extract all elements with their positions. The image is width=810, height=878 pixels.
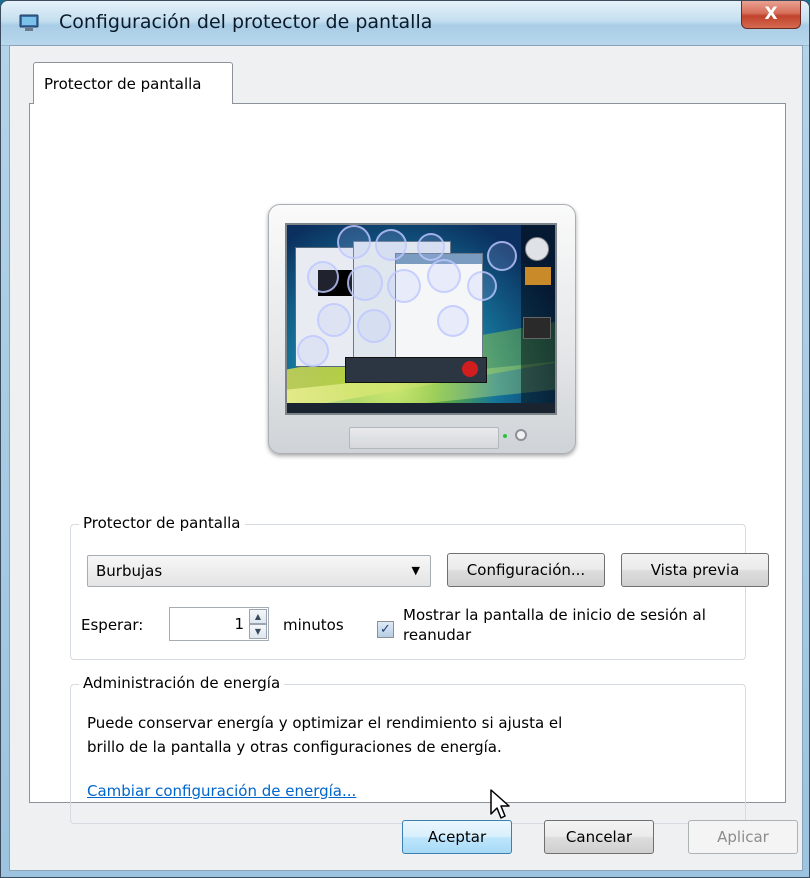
mouse-cursor-icon bbox=[489, 788, 515, 822]
resume-label-line1: Mostrar la pantalla de inicio de sesión … bbox=[403, 606, 706, 624]
bubble bbox=[347, 265, 383, 301]
group-legend: Administración de energía bbox=[79, 674, 285, 692]
chevron-down-icon: ▼ bbox=[411, 564, 420, 577]
preview-dock bbox=[345, 357, 487, 383]
title-bar[interactable]: Configuración del protector de pantalla … bbox=[1, 1, 809, 46]
preview-screen bbox=[285, 223, 557, 415]
close-icon: X bbox=[764, 4, 778, 24]
wait-label: Esperar: bbox=[81, 616, 144, 634]
bubble bbox=[437, 305, 469, 337]
screensaver-select[interactable]: Burbujas ▼ bbox=[87, 555, 431, 587]
bubble bbox=[467, 271, 497, 301]
checkmark-icon: ✓ bbox=[380, 622, 391, 637]
photo-gadget-icon bbox=[525, 267, 551, 285]
power-description: Puede conservar energía y optimizar el r… bbox=[87, 711, 562, 759]
ok-button[interactable]: Aceptar bbox=[402, 820, 512, 854]
clock-gadget-icon bbox=[525, 237, 549, 261]
power-description-line1: Puede conservar energía y optimizar el r… bbox=[87, 714, 563, 732]
bubble bbox=[387, 269, 421, 303]
power-description-line2: brillo de la pantalla y otras configurac… bbox=[87, 738, 502, 756]
preview-taskbar bbox=[287, 403, 555, 413]
power-led-icon bbox=[503, 434, 507, 438]
cancel-button-label: Cancelar bbox=[565, 828, 633, 846]
wait-minutes-spinner[interactable]: 1 ▲ ▼ bbox=[169, 607, 269, 641]
tab-panel: Protector de pantalla Burbujas ▼ Configu… bbox=[29, 103, 786, 824]
bubble bbox=[317, 303, 351, 337]
bubble bbox=[337, 225, 371, 259]
window-title: Configuración del protector de pantalla bbox=[59, 11, 433, 33]
monitor-preview bbox=[268, 204, 576, 454]
screensaver-select-value: Burbujas bbox=[96, 562, 163, 580]
power-button-icon bbox=[515, 429, 527, 441]
bubble bbox=[307, 261, 339, 293]
dialog-client-area: Protector de pantalla Protector de panta… bbox=[9, 45, 803, 871]
group-legend: Protector de pantalla bbox=[79, 514, 245, 532]
gadget-icon bbox=[523, 317, 551, 339]
change-power-settings-link[interactable]: Cambiar configuración de energía... bbox=[87, 782, 356, 800]
resume-login-checkbox[interactable]: ✓ bbox=[377, 621, 394, 638]
bubble bbox=[297, 335, 329, 367]
ok-button-label: Aceptar bbox=[427, 828, 487, 846]
apply-button[interactable]: Aplicar bbox=[688, 820, 798, 854]
display-settings-icon bbox=[19, 14, 39, 32]
preview-button[interactable]: Vista previa bbox=[621, 553, 769, 587]
dialog-window: Configuración del protector de pantalla … bbox=[0, 0, 810, 878]
spin-up-icon[interactable]: ▲ bbox=[249, 609, 267, 624]
wait-minutes-value: 1 bbox=[234, 615, 244, 633]
apply-button-label: Aplicar bbox=[717, 828, 769, 846]
minutes-label: minutos bbox=[283, 616, 344, 634]
settings-button[interactable]: Configuración... bbox=[447, 553, 605, 587]
bubble bbox=[427, 259, 461, 293]
tab-screensaver[interactable]: Protector de pantalla bbox=[33, 62, 233, 104]
preview-button-label: Vista previa bbox=[650, 561, 740, 579]
preview-dock-icon bbox=[462, 361, 478, 377]
resume-label-line2: reanudar bbox=[403, 626, 472, 644]
screensaver-group: Protector de pantalla Burbujas ▼ Configu… bbox=[70, 514, 769, 660]
spin-down-icon[interactable]: ▼ bbox=[249, 624, 267, 639]
cancel-button[interactable]: Cancelar bbox=[544, 820, 654, 854]
monitor-stand-panel bbox=[349, 427, 499, 449]
settings-button-label: Configuración... bbox=[466, 561, 586, 579]
power-management-group: Administración de energía Puede conserva… bbox=[70, 674, 746, 824]
close-button[interactable]: X bbox=[741, 1, 801, 29]
bubble bbox=[417, 233, 445, 261]
tab-label: Protector de pantalla bbox=[44, 75, 202, 93]
bubble bbox=[375, 229, 407, 261]
resume-login-label[interactable]: Mostrar la pantalla de inicio de sesión … bbox=[403, 605, 706, 645]
bubble bbox=[487, 241, 517, 271]
bubble bbox=[357, 309, 391, 343]
